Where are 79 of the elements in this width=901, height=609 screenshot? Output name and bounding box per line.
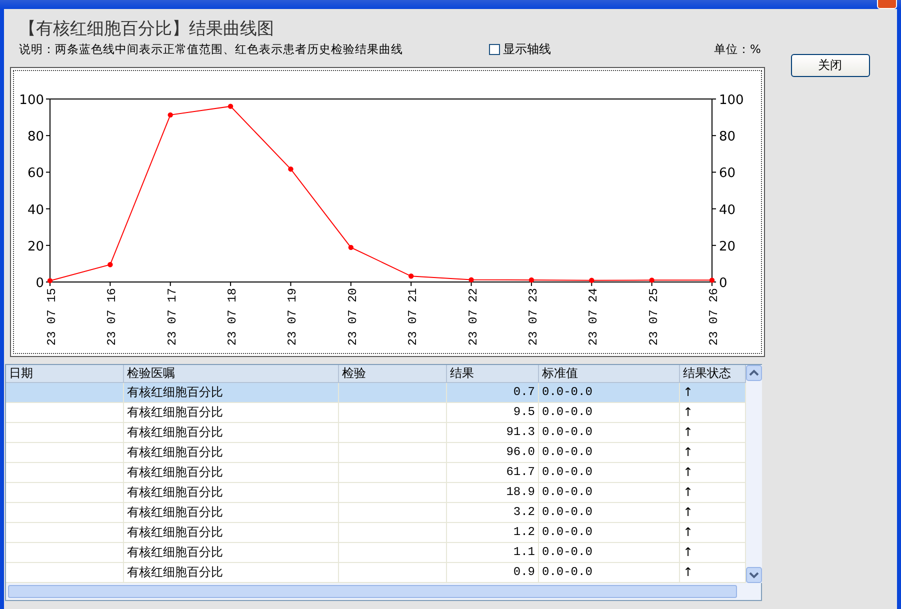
x-tick-label: 23 07 16: [105, 288, 120, 346]
data-point: [468, 277, 474, 282]
column-header[interactable]: 检验医嘱: [124, 365, 339, 383]
table-cell: 0.0-0.0: [539, 543, 680, 563]
data-point: [228, 104, 234, 109]
table-cell: 有核红细胞百分比: [124, 443, 339, 463]
column-header[interactable]: 日期: [6, 365, 124, 383]
x-tick-label: 23 07 23: [526, 288, 540, 346]
scrollbar-thumb[interactable]: [8, 585, 737, 598]
table-cell: 0.0-0.0: [539, 523, 680, 543]
data-point: [528, 277, 534, 283]
table-cell: 有核红细胞百分比: [124, 523, 339, 543]
x-tick-label: 23 07 15: [45, 288, 59, 346]
table-cell: ↑: [680, 383, 746, 403]
x-tick-label: 23 07 22: [466, 288, 480, 346]
y-tick-label: 40: [719, 202, 736, 218]
table-cell: 0.7: [447, 383, 539, 403]
table-cell: 有核红细胞百分比: [124, 503, 339, 523]
table-cell: 0.0-0.0: [539, 463, 680, 483]
legend-note: 说明：两条蓝色线中间表示正常值范围、红色表示患者历史检验结果曲线: [19, 42, 404, 56]
column-header[interactable]: 检验: [339, 365, 447, 383]
table-cell: 0.0-0.0: [539, 423, 680, 443]
y-tick-label: 100: [19, 93, 44, 108]
x-tick-label: 23 07 24: [586, 288, 601, 346]
x-tick-label: 23 07 17: [165, 288, 180, 346]
column-header[interactable]: 标准值: [539, 365, 680, 383]
data-point: [108, 262, 113, 268]
column-header[interactable]: 结果: [447, 365, 539, 383]
scroll-down-icon[interactable]: [746, 567, 762, 583]
axis-checkbox[interactable]: [489, 44, 500, 54]
data-point: [408, 274, 414, 279]
table-cell: 有核红细胞百分比: [124, 543, 339, 563]
table-cell: 9.5: [447, 403, 539, 423]
table-cell: 91.3: [447, 423, 539, 443]
table-cell: 有核红细胞百分比: [124, 483, 339, 503]
table-cell: 有核红细胞百分比: [124, 463, 339, 483]
close-button[interactable]: 关闭: [790, 54, 870, 77]
data-point: [709, 278, 715, 283]
y-tick-label: 60: [27, 166, 44, 182]
table-cell: 96.0: [447, 443, 539, 463]
x-tick-label: 23 07 26: [707, 288, 721, 346]
table-cell: 0.0-0.0: [539, 403, 680, 423]
table-cell: 61.7: [447, 463, 539, 483]
x-tick-label: 23 07 25: [646, 288, 661, 346]
data-point: [168, 112, 173, 118]
y-tick-label: 40: [27, 202, 44, 218]
table-cell: 0.0-0.0: [539, 383, 680, 403]
table-cell: 18.9: [447, 483, 539, 503]
data-point: [348, 244, 354, 250]
y-tick-label: 0: [36, 276, 44, 291]
x-tick-label: 23 07 20: [346, 288, 360, 346]
y-tick-label: 20: [27, 239, 44, 254]
unit-label: 单位：%: [714, 42, 761, 56]
y-tick-label: 100: [719, 93, 744, 108]
x-tick-label: 23 07 19: [286, 288, 300, 346]
x-tick-label: 23 07 21: [406, 288, 420, 346]
data-point: [649, 278, 654, 283]
scroll-up-icon[interactable]: [746, 365, 762, 381]
table-cell: 有核红细胞百分比: [124, 383, 339, 403]
y-tick-label: 20: [719, 239, 736, 254]
table-cell: 1.1: [447, 543, 539, 563]
y-tick-label: 0: [719, 276, 728, 291]
table-cell: 1.2: [447, 523, 539, 543]
chart-title: 【有核红细胞百分比】结果曲线图: [18, 18, 275, 39]
table-cell: 3.2: [447, 503, 539, 523]
table-cell: 0.0-0.0: [539, 483, 680, 503]
column-header[interactable]: 结果状态: [680, 365, 746, 383]
axis-checkbox-label[interactable]: 显示轴线: [503, 40, 551, 58]
data-point: [47, 278, 53, 284]
data-point: [589, 278, 594, 283]
table-cell: 0.0-0.0: [539, 443, 680, 463]
data-point: [288, 166, 294, 172]
table-cell: 0.0-0.0: [539, 503, 680, 523]
table-cell: 有核红细胞百分比: [124, 403, 339, 423]
y-tick-label: 80: [27, 130, 44, 145]
table-cell: 有核红细胞百分比: [124, 423, 339, 443]
x-tick-label: 23 07 18: [226, 288, 240, 346]
y-tick-label: 80: [719, 130, 736, 145]
y-tick-label: 60: [719, 166, 736, 182]
